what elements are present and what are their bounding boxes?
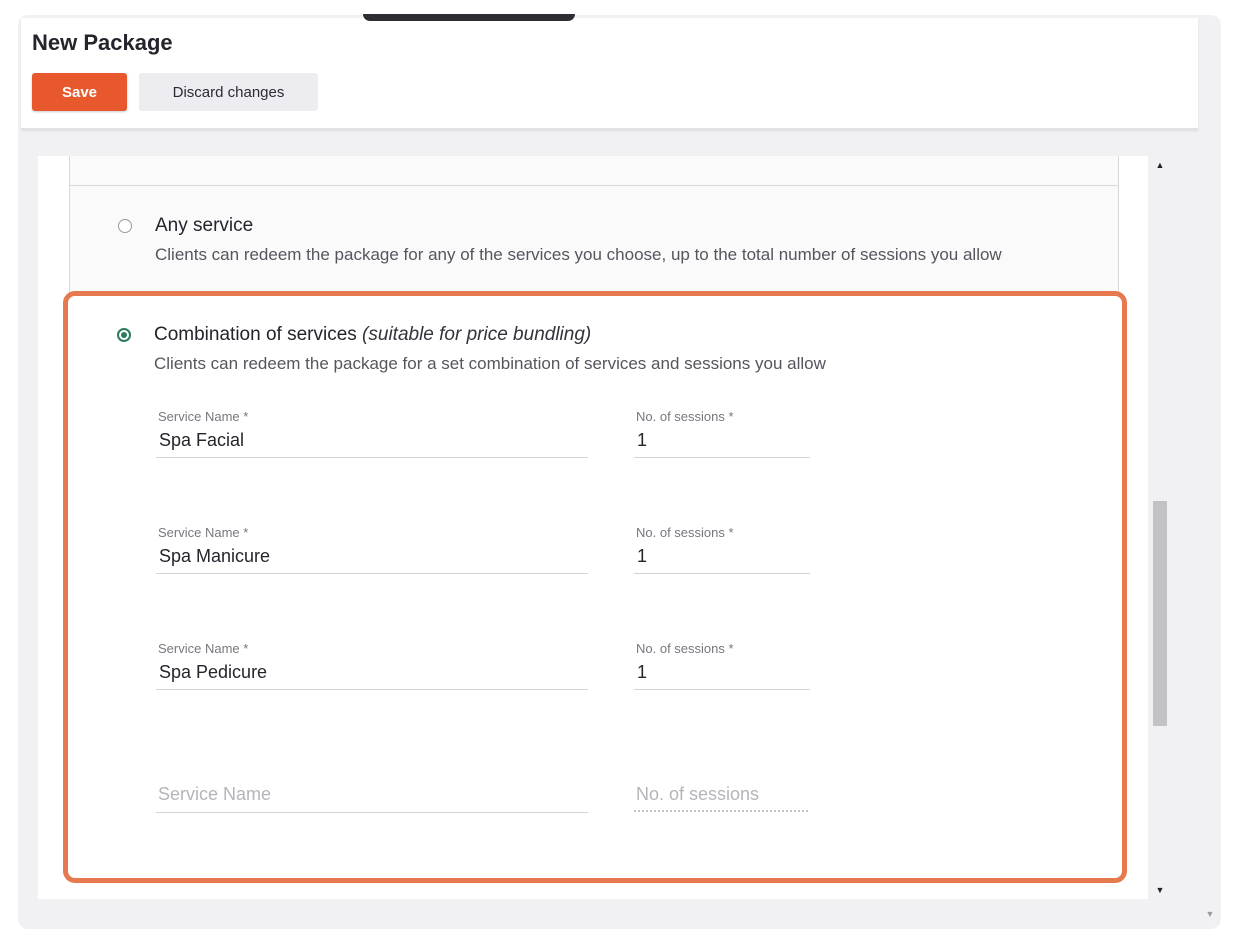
any-service-description: Clients can redeem the package for any o… — [155, 245, 1002, 264]
sessions-label: No. of sessions * — [636, 525, 734, 540]
field-underline — [634, 457, 810, 458]
field-underline — [634, 689, 810, 690]
service-name-label: Service Name * — [158, 641, 249, 656]
top-notch — [363, 14, 575, 21]
page-scroll-down-icon[interactable]: ▼ — [1204, 908, 1216, 920]
service-name-value[interactable]: Spa Manicure — [159, 546, 270, 567]
sessions-value[interactable]: 1 — [637, 546, 647, 567]
scroll-up-arrow-icon[interactable]: ▲ — [1151, 156, 1169, 174]
scrollbar-thumb[interactable] — [1153, 501, 1167, 726]
sessions-label: No. of sessions * — [636, 641, 734, 656]
page-header: New Package Save Discard changes — [21, 18, 1198, 129]
sessions-label: No. of sessions * — [636, 409, 734, 424]
service-name-label: Service Name * — [158, 525, 249, 540]
sessions-placeholder[interactable]: No. of sessions — [636, 784, 759, 805]
any-service-title: Any service — [155, 215, 254, 236]
service-name-placeholder[interactable]: Service Name — [158, 784, 271, 805]
dotted-underline — [634, 810, 808, 812]
service-name-value[interactable]: Spa Facial — [159, 430, 244, 451]
combination-radio[interactable] — [117, 328, 131, 342]
combination-title-note: (suitable for price bundling) — [362, 324, 592, 345]
combination-description: Clients can redeem the package for a set… — [154, 354, 826, 373]
field-underline — [156, 457, 588, 458]
option-any-service[interactable]: Any service Clients can redeem the packa… — [69, 185, 1119, 306]
service-name-label: Service Name * — [158, 409, 249, 424]
form-scroll-area: ····· Any service Clients can redeem the… — [38, 156, 1148, 899]
option-combination-of-services[interactable]: Combination of services (suitable for pr… — [67, 295, 1119, 875]
field-underline — [156, 689, 588, 690]
previous-option-card: ····· — [69, 156, 1119, 186]
any-service-radio[interactable] — [118, 219, 132, 233]
page-title: New Package — [32, 30, 173, 55]
service-name-value[interactable]: Spa Pedicure — [159, 662, 267, 683]
discard-changes-button[interactable]: Discard changes — [139, 73, 318, 111]
field-underline — [156, 812, 588, 813]
sessions-value[interactable]: 1 — [637, 662, 647, 683]
sessions-value[interactable]: 1 — [637, 430, 647, 451]
field-underline — [156, 573, 588, 574]
combination-title: Combination of services (suitable for pr… — [154, 324, 591, 346]
vertical-scrollbar[interactable]: ▲ ▼ — [1151, 156, 1169, 899]
field-underline — [634, 573, 810, 574]
save-button[interactable]: Save — [32, 73, 127, 111]
scroll-down-arrow-icon[interactable]: ▼ — [1151, 881, 1169, 899]
combination-title-text: Combination of services — [154, 324, 357, 345]
